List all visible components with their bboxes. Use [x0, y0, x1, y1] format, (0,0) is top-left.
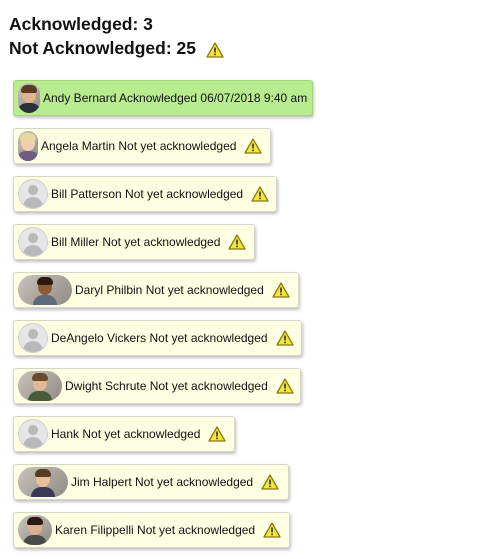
warning-triangle-icon: [276, 378, 294, 394]
avatar-photo: [18, 83, 40, 113]
person-card-label: Bill Miller Not yet acknowledged: [51, 235, 221, 249]
person-card[interactable]: Andy Bernard Acknowledged 06/07/2018 9:4…: [13, 80, 313, 116]
default-avatar-icon: [18, 179, 48, 209]
person-card[interactable]: Daryl Philbin Not yet acknowledged: [13, 272, 299, 308]
person-card[interactable]: Karen Filippelli Not yet acknowledged: [13, 512, 290, 548]
warning-triangle-icon: [208, 426, 227, 442]
avatar-photo: [18, 131, 38, 161]
not-acknowledged-count-text: Not Acknowledged: 25: [9, 38, 197, 58]
person-card-label: Bill Patterson Not yet acknowledged: [51, 187, 244, 201]
avatar-photo: [18, 275, 72, 305]
person-card[interactable]: Bill Miller Not yet acknowledged: [13, 224, 255, 260]
person-card[interactable]: Dwight Schrute Not yet acknowledged: [13, 368, 301, 404]
person-card[interactable]: Bill Patterson Not yet acknowledged: [13, 176, 277, 212]
person-card-label: Hank Not yet acknowledged: [51, 427, 201, 441]
warning-triangle-icon: [272, 282, 290, 298]
person-card-label: Andy Bernard Acknowledged 06/07/2018 9:4…: [43, 91, 308, 105]
person-card-label: Karen Filippelli Not yet acknowledged: [55, 523, 256, 537]
avatar-photo: [18, 371, 62, 401]
person-card[interactable]: Hank Not yet acknowledged: [13, 416, 235, 452]
person-card-label: Jim Halpert Not yet acknowledged: [71, 475, 254, 489]
warning-triangle-icon: [263, 522, 281, 538]
person-card[interactable]: DeAngelo Vickers Not yet acknowledged: [13, 320, 302, 356]
avatar-photo: [18, 467, 68, 497]
default-avatar-icon: [18, 323, 48, 353]
person-card-label: DeAngelo Vickers Not yet acknowledged: [51, 331, 268, 345]
person-card-label: Daryl Philbin Not yet acknowledged: [75, 283, 264, 297]
default-avatar-icon: [18, 419, 48, 449]
person-card[interactable]: Angela Martin Not yet acknowledged: [13, 128, 271, 164]
person-card[interactable]: Jim Halpert Not yet acknowledged: [13, 464, 289, 500]
acknowledged-count-text: Acknowledged: 3: [9, 14, 153, 34]
person-card-label: Dwight Schrute Not yet acknowledged: [65, 379, 268, 393]
acknowledged-count: Acknowledged: 3: [9, 12, 224, 36]
warning-triangle-icon: [244, 138, 263, 154]
acknowledgement-summary: Acknowledged: 3 Not Acknowledged: 25: [9, 12, 224, 60]
not-acknowledged-count: Not Acknowledged: 25: [9, 36, 224, 60]
warning-triangle-icon: [251, 186, 269, 202]
person-card-label: Angela Martin Not yet acknowledged: [41, 139, 237, 153]
warning-triangle-icon: [206, 40, 224, 58]
warning-triangle-icon: [261, 474, 279, 490]
warning-triangle-icon: [228, 234, 247, 250]
warning-triangle-icon: [275, 330, 294, 346]
avatar-photo: [18, 515, 52, 545]
default-avatar-icon: [18, 227, 48, 257]
